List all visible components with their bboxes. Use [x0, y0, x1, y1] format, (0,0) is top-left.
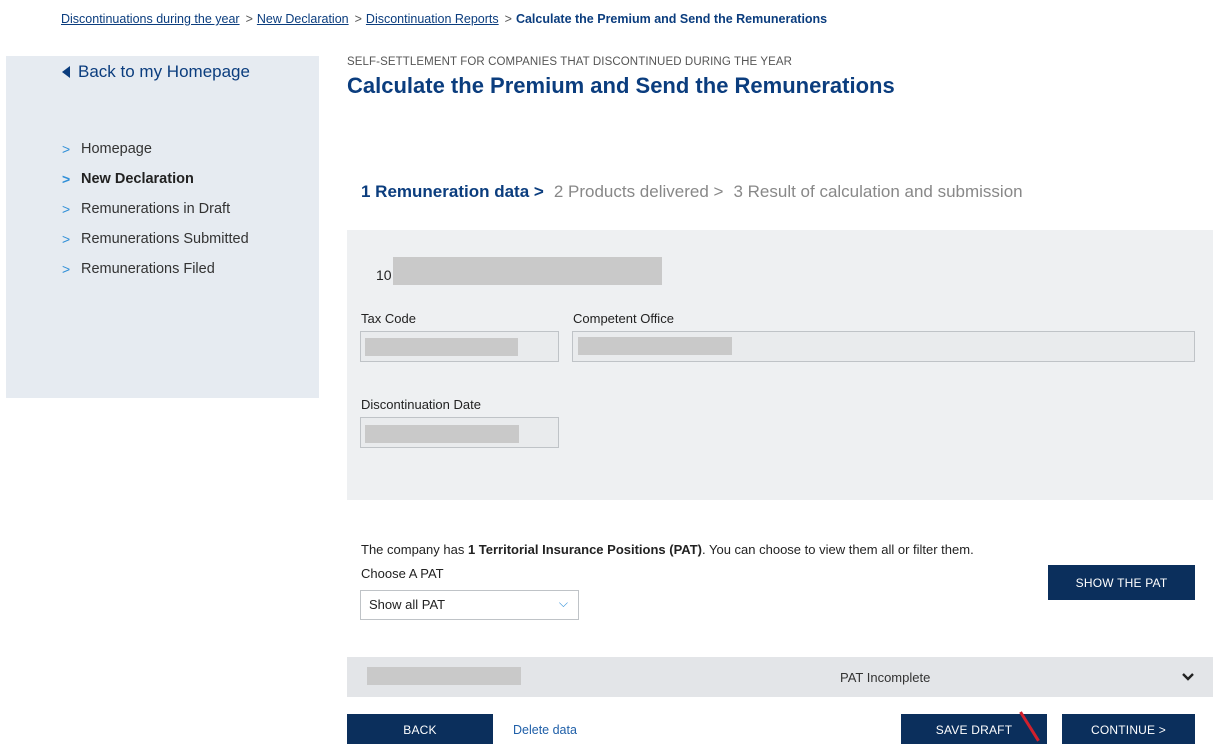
sidebar-item-remunerations-draft[interactable]: > Remunerations in Draft [62, 194, 249, 224]
sidebar-item-label: Remunerations Filed [81, 261, 215, 277]
chevron-down-icon[interactable] [1182, 668, 1194, 684]
breadcrumb-link-new-declaration[interactable]: New Declaration [257, 12, 349, 26]
continue-button[interactable]: CONTINUE > [1062, 714, 1195, 744]
breadcrumb-current: Calculate the Premium and Send the Remun… [515, 12, 828, 26]
step-products-delivered: 2 Products delivered > [553, 182, 724, 201]
sidebar-item-label: New Declaration [81, 171, 194, 187]
page-title: Calculate the Premium and Send the Remun… [347, 73, 895, 98]
show-pat-button[interactable]: SHOW THE PAT [1048, 565, 1195, 600]
sidebar-item-remunerations-submitted[interactable]: > Remunerations Submitted [62, 224, 249, 254]
page-eyebrow: SELF-SETTLEMENT FOR COMPANIES THAT DISCO… [347, 56, 793, 68]
competent-office-label: Competent Office [573, 311, 674, 326]
sidebar-item-label: Remunerations in Draft [81, 201, 231, 217]
redacted-competent-office [578, 337, 732, 355]
sidebar-item-label: Homepage [81, 141, 152, 157]
tax-code-label: Tax Code [361, 311, 416, 326]
company-code-prefix: 10 [376, 267, 392, 283]
pat-info-suffix: . You can choose to view them all or fil… [702, 542, 974, 557]
step-result-submission: 3 Result of calculation and submission [733, 182, 1023, 201]
back-to-homepage-label: Back to my Homepage [78, 62, 250, 81]
pat-select-value: Show all PAT [369, 597, 446, 612]
redacted-discontinuation-date [365, 425, 519, 443]
delete-data-link[interactable]: Delete data [513, 723, 577, 737]
discontinuation-date-label: Discontinuation Date [361, 397, 481, 412]
breadcrumb-link-discontinuations[interactable]: Discontinuations during the year [61, 12, 240, 26]
chevron-right-icon: > [62, 201, 71, 217]
breadcrumb-link-discontinuation-reports[interactable]: Discontinuation Reports [366, 12, 499, 26]
chevron-right-icon: > [62, 171, 71, 187]
step-remuneration-data: 1 Remuneration data > [361, 182, 544, 201]
breadcrumb-separator: > [504, 12, 512, 26]
redacted-company-name [393, 257, 662, 285]
wizard-steps: 1 Remuneration data > 2 Products delivere… [361, 182, 1023, 202]
back-button[interactable]: BACK [347, 714, 493, 744]
sidebar-item-new-declaration[interactable]: > New Declaration [62, 164, 249, 194]
chevron-right-icon: > [62, 231, 71, 247]
chevron-right-icon: > [62, 261, 71, 277]
pat-info-prefix: The company has [361, 542, 468, 557]
pat-status-text: PAT Incomplete [840, 670, 931, 685]
triangle-left-icon [62, 66, 70, 78]
pat-info-count: 1 Territorial Insurance Positions (PAT) [467, 542, 702, 557]
back-to-homepage-link[interactable]: Back to my Homepage [62, 62, 250, 82]
breadcrumb-separator: > [354, 12, 362, 26]
redacted-pat-code [367, 667, 521, 685]
breadcrumb-separator: > [245, 12, 253, 26]
chevron-right-icon: > [62, 141, 71, 157]
sidebar-item-remunerations-filed[interactable]: > Remunerations Filed [62, 254, 249, 284]
chevron-down-icon: ⌵ [558, 596, 568, 610]
choose-pat-label: Choose A PAT [361, 566, 444, 581]
breadcrumb: Discontinuations during the year > New Dec… [61, 12, 827, 26]
redacted-tax-code [365, 338, 518, 356]
sidebar-item-label: Remunerations Submitted [81, 231, 249, 247]
sidebar-menu: > Homepage > New Declaration > Remuneration… [62, 134, 249, 284]
sidebar-item-homepage[interactable]: > Homepage [62, 134, 249, 164]
pat-info-text: The company has 1 Territorial Insurance … [361, 542, 974, 557]
pat-select[interactable]: Show all PAT ⌵ [360, 590, 579, 620]
